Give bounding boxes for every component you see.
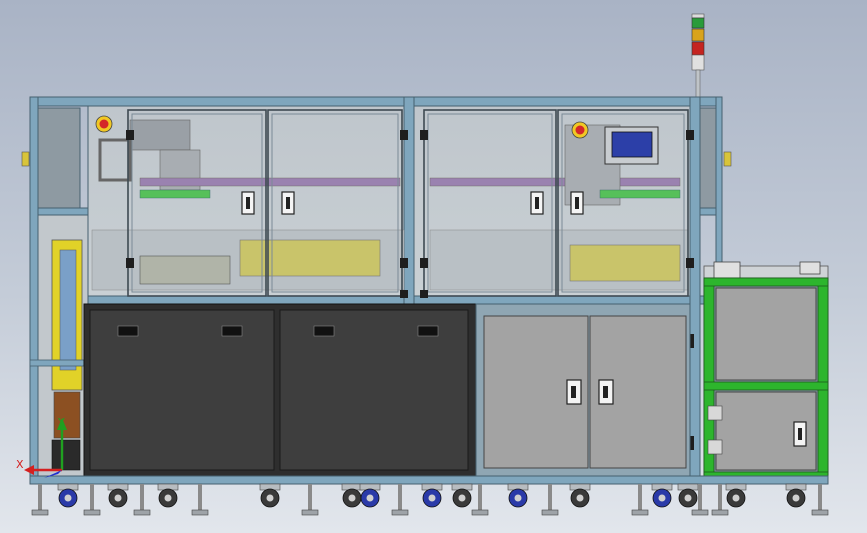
leveling-foot-icon xyxy=(83,484,101,516)
right-side-cabinet xyxy=(699,107,717,209)
hmi-touchscreen-icon[interactable] xyxy=(604,126,659,165)
emergency-stop-icon[interactable] xyxy=(571,121,589,139)
base-rail xyxy=(29,475,829,485)
emergency-stop-icon[interactable] xyxy=(95,115,113,133)
leveling-foot-icon xyxy=(811,484,829,516)
door-handle-icon[interactable] xyxy=(566,379,582,405)
caster-wheel-icon xyxy=(725,483,747,508)
caster-wheel-icon xyxy=(677,483,699,508)
signal-light-tower-icon xyxy=(691,13,705,103)
caster-wheel-icon xyxy=(57,483,79,508)
axis-x-label: X xyxy=(16,458,24,471)
right-green-module xyxy=(703,261,829,481)
door-handle-icon[interactable] xyxy=(530,191,544,215)
lower-dark-cabinet xyxy=(83,303,477,477)
leveling-foot-icon xyxy=(301,484,319,516)
caster-wheel-icon xyxy=(651,483,673,508)
caster-wheel-icon xyxy=(785,483,807,508)
caster-wheel-icon xyxy=(359,483,381,508)
caster-wheel-icon xyxy=(421,483,443,508)
caster-wheel-icon xyxy=(569,483,591,508)
caster-wheel-icon xyxy=(157,483,179,508)
leveling-foot-icon xyxy=(631,484,649,516)
left-side-cabinet xyxy=(37,107,81,209)
caster-wheel-icon xyxy=(451,483,473,508)
axis-y-label: Y xyxy=(57,416,65,429)
leveling-foot-icon xyxy=(31,484,49,516)
left-side-lamp xyxy=(21,151,30,167)
caster-wheel-icon xyxy=(341,483,363,508)
leveling-foot-icon xyxy=(391,484,409,516)
leveling-foot-icon xyxy=(471,484,489,516)
door-handle-icon[interactable] xyxy=(598,379,614,405)
leveling-foot-icon xyxy=(133,484,151,516)
door-handle-icon[interactable] xyxy=(570,191,584,215)
door-handle-icon[interactable] xyxy=(281,191,295,215)
caster-wheel-icon xyxy=(259,483,281,508)
lower-grey-cabinet xyxy=(475,303,691,481)
leveling-foot-icon xyxy=(191,484,209,516)
leveling-foot-icon xyxy=(541,484,559,516)
caster-wheel-icon xyxy=(107,483,129,508)
door-handle-icon[interactable] xyxy=(793,421,807,447)
door-handle-icon[interactable] xyxy=(241,191,255,215)
caster-wheel-icon xyxy=(507,483,529,508)
caster-wheels xyxy=(31,483,829,516)
machine-cad-drawing: Y X xyxy=(16,13,829,516)
right-side-lamp xyxy=(723,151,732,167)
leveling-foot-icon xyxy=(711,484,729,516)
